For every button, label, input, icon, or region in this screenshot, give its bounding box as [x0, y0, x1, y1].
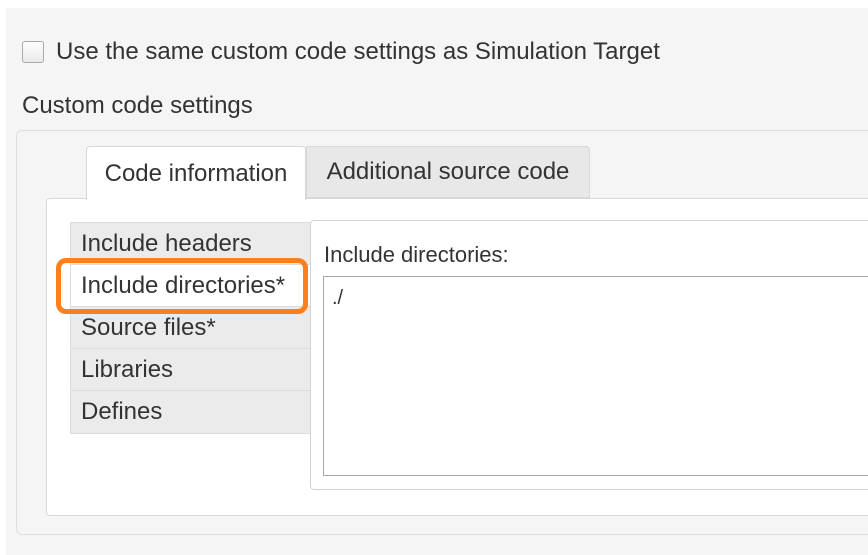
- category-source-files[interactable]: Source files*: [71, 307, 311, 349]
- category-defines[interactable]: Defines: [71, 391, 311, 433]
- same-settings-label: Use the same custom code settings as Sim…: [56, 38, 660, 65]
- section-title: Custom code settings: [22, 92, 253, 119]
- category-libraries[interactable]: Libraries: [71, 349, 311, 391]
- tab-additional-source-code[interactable]: Additional source code: [306, 146, 590, 198]
- same-settings-row[interactable]: Use the same custom code settings as Sim…: [22, 36, 660, 68]
- category-include-directories[interactable]: Include directories*: [71, 265, 311, 307]
- category-list: Include headers Include directories* Sou…: [70, 222, 312, 434]
- include-directories-field[interactable]: ./: [323, 276, 868, 476]
- category-include-headers[interactable]: Include headers: [71, 223, 311, 265]
- same-settings-checkbox[interactable]: [22, 41, 44, 63]
- tab-code-information[interactable]: Code information: [86, 146, 306, 200]
- include-directories-label: Include directories:: [324, 242, 509, 267]
